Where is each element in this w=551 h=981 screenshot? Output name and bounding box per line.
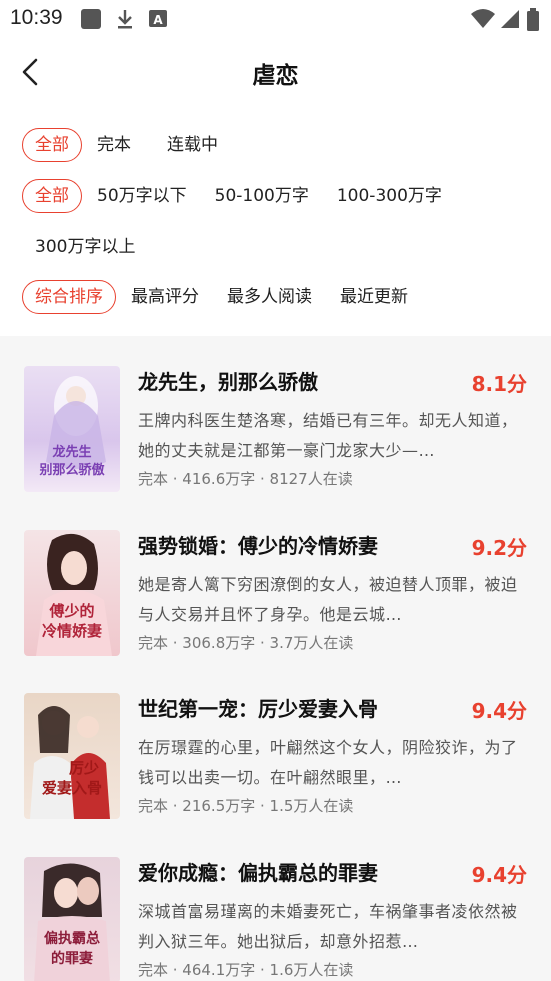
- book-cover: 厉少 爱妻入骨: [24, 693, 120, 819]
- filter-status-all[interactable]: 全部: [22, 128, 82, 162]
- book-score: 8.1分: [471, 372, 527, 396]
- book-meta: 完本 · 216.5万字 · 1.5万人在读: [138, 797, 354, 815]
- book-title: 爱你成瘾：偏执霸总的罪妻: [138, 861, 378, 885]
- gallery-icon: [81, 9, 101, 29]
- header: 虐恋: [0, 40, 551, 106]
- cover-title-line-2: 爱妻入骨: [42, 779, 102, 797]
- book-cover: 龙先生 别那么骄傲: [24, 366, 120, 492]
- cover-title-line-2: 别那么骄傲: [38, 462, 105, 478]
- book-item[interactable]: 傅少的 冷情娇妻 强势锁婚：傅少的冷情娇妻 9.2分 她是寄人篱下穷困潦倒的女人…: [0, 500, 551, 656]
- book-meta: 完本 · 306.8万字 · 3.7万人在读: [138, 634, 354, 652]
- cover-title-line-1: 厉少: [69, 759, 99, 777]
- cover-title-line-1: 偏执霸总: [44, 930, 100, 947]
- battery-icon: [527, 8, 539, 31]
- filter-status-ongoing[interactable]: 连载中: [154, 128, 231, 162]
- book-meta: 完本 · 416.6万字 · 8127人在读: [138, 470, 353, 488]
- book-score: 9.4分: [471, 863, 527, 887]
- book-item[interactable]: 偏执霸总 的罪妻 爱你成瘾：偏执霸总的罪妻 9.4分 深城首富易瑾离的未婚妻死亡…: [0, 827, 551, 981]
- font-icon: A: [149, 10, 167, 27]
- book-list: 龙先生 别那么骄傲 龙先生，别那么骄傲 8.1分 王牌内科医生楚洛寒，结婚已有三…: [0, 336, 551, 981]
- svg-text:A: A: [153, 13, 163, 27]
- book-title: 龙先生，别那么骄傲: [138, 370, 318, 394]
- signal-icon: [501, 10, 519, 28]
- cover-title-line-1: 龙先生: [52, 444, 91, 460]
- book-meta: 完本 · 464.1万字 · 1.6万人在读: [138, 961, 354, 979]
- length-filter-row: 全部 50万字以下 50-100万字 100-300万字: [22, 179, 455, 213]
- cover-title-line-2: 的罪妻: [51, 950, 93, 967]
- length-filter-row-2: 300万字以上: [22, 230, 148, 264]
- status-time: 10:39: [10, 6, 63, 29]
- sort-filter-row: 综合排序 最高评分 最多人阅读 最近更新: [22, 280, 421, 314]
- book-description: 王牌内科医生楚洛寒，结婚已有三年。却无人知道，她的丈夫就是江都第一豪门龙家大少—…: [138, 411, 518, 460]
- book-description: 她是寄人篱下穷困潦倒的女人，被迫替人顶罪，被迫与人交易并且怀了身孕。他是云城…: [138, 575, 518, 624]
- book-description: 在厉璟霆的心里，叶翩然这个女人，阴险狡诈，为了钱可以出卖一切。在叶翩然眼里，…: [138, 738, 518, 787]
- filter-length-all[interactable]: 全部: [22, 179, 82, 213]
- status-filter-row: 全部 完本 连载中: [22, 128, 231, 162]
- filter-length-under-50w[interactable]: 50万字以下: [84, 179, 200, 213]
- filter-length-100-300w[interactable]: 100-300万字: [324, 179, 455, 213]
- book-title: 世纪第一宠：厉少爱妻入骨: [138, 697, 378, 721]
- cover-title-line-2: 冷情娇妻: [42, 622, 102, 640]
- book-cover: 傅少的 冷情娇妻: [24, 530, 120, 656]
- filter-status-completed[interactable]: 完本: [84, 128, 144, 162]
- filter-length-over-300w[interactable]: 300万字以上: [22, 230, 148, 264]
- cover-title-line-1: 傅少的: [48, 602, 94, 620]
- sort-most-read[interactable]: 最多人阅读: [214, 280, 325, 314]
- sort-highest-rating[interactable]: 最高评分: [118, 280, 212, 314]
- page-title: 虐恋: [252, 63, 299, 89]
- book-description: 深城首富易瑾离的未婚妻死亡，车祸肇事者凌依然被判入狱三年。她出狱后，却意外招惹…: [138, 902, 518, 951]
- filter-length-50-100w[interactable]: 50-100万字: [202, 179, 322, 213]
- sort-comprehensive[interactable]: 综合排序: [22, 280, 116, 314]
- book-score: 9.4分: [471, 699, 527, 723]
- book-cover: 偏执霸总 的罪妻: [24, 857, 120, 981]
- book-title: 强势锁婚：傅少的冷情娇妻: [138, 534, 378, 558]
- book-item[interactable]: 龙先生 别那么骄傲 龙先生，别那么骄傲 8.1分 王牌内科医生楚洛寒，结婚已有三…: [0, 336, 551, 492]
- sort-recently-updated[interactable]: 最近更新: [327, 280, 421, 314]
- status-bar: 10:39 A: [0, 0, 551, 40]
- book-score: 9.2分: [471, 536, 527, 560]
- download-icon: [118, 10, 132, 29]
- book-item[interactable]: 厉少 爱妻入骨 世纪第一宠：厉少爱妻入骨 9.4分 在厉璟霆的心里，叶翩然这个女…: [0, 663, 551, 819]
- wifi-icon: [471, 9, 495, 28]
